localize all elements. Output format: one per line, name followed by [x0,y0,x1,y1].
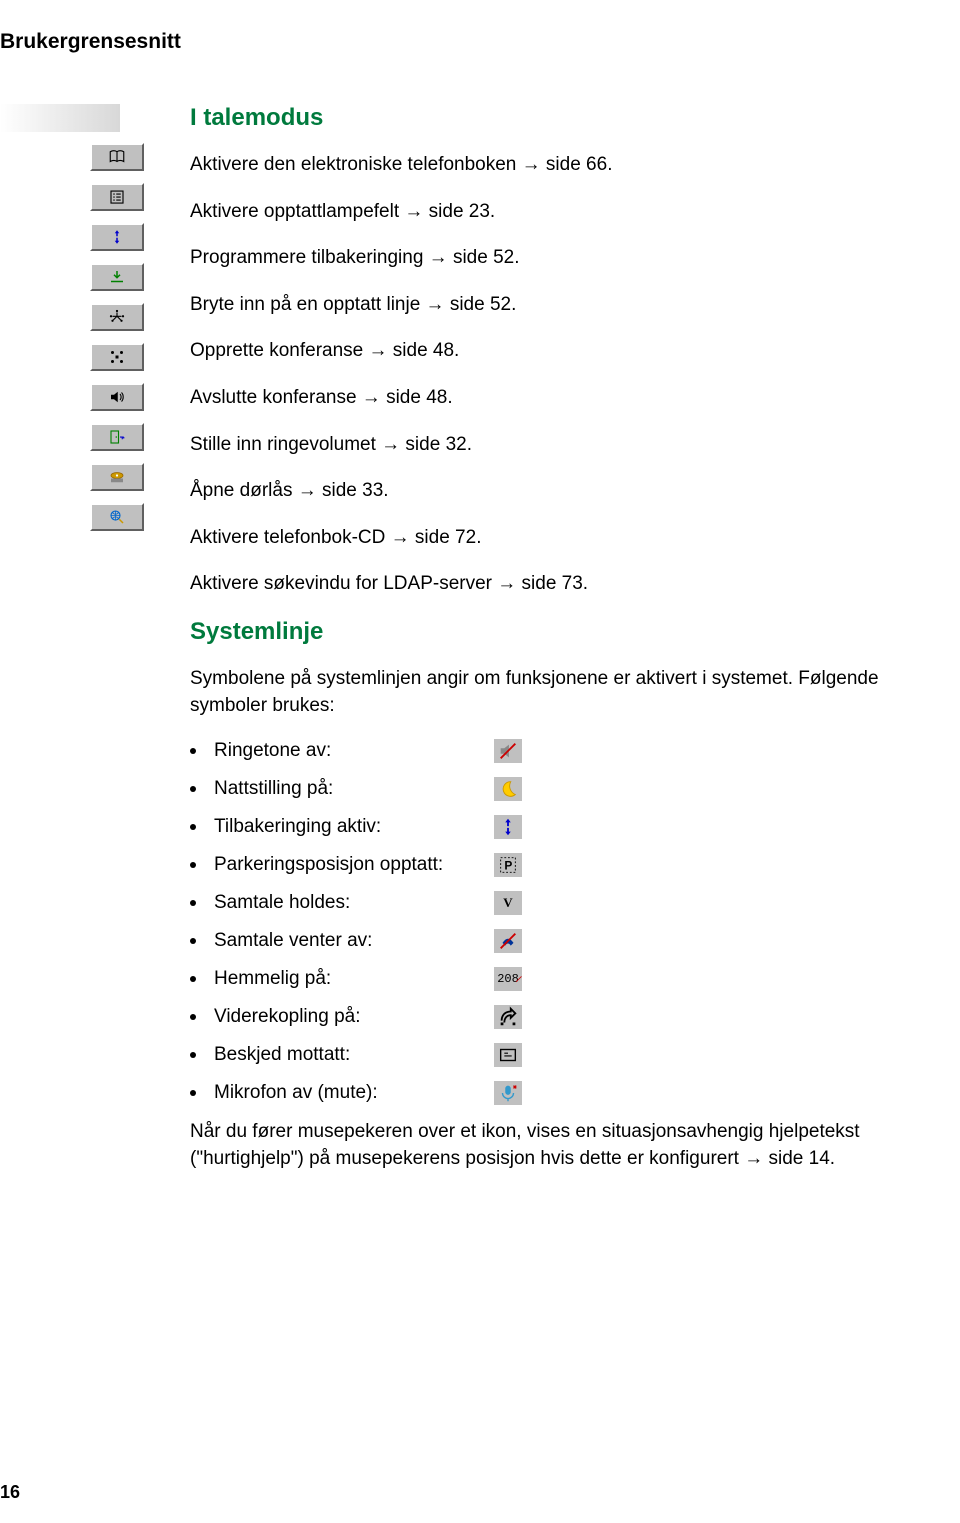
line-item: Aktivere søkevindu for LDAP-server → sid… [190,571,880,598]
list-item: Hemmelig på: 208̷ [190,967,880,991]
bullet-icon [190,862,196,868]
list-label: Hemmelig på: [214,968,494,990]
ldap-search-button[interactable] [90,503,144,531]
line-item: Bryte inn på en opptatt linje → side 52. [190,292,880,319]
list-label: Samtale venter av: [214,930,494,952]
open-book-icon [108,148,126,166]
list-label: Tilbakeringing aktiv: [214,816,494,838]
parking-busy-icon: P [494,853,522,877]
bullet-icon [190,748,196,754]
ring-volume-button[interactable] [90,383,144,411]
bullet-icon [190,976,196,982]
callback-active-icon [494,815,522,839]
section-title-systemlinje: Systemlinje [190,618,880,646]
up-down-arrow-icon [108,228,126,246]
list-label: Beskjed mottatt: [214,1044,494,1066]
symbol-list: Ringetone av: Nattstilling på: Tilbakeri… [190,739,880,1105]
list-label: Mikrofon av (mute): [214,1082,494,1104]
message-received-icon [494,1043,522,1067]
call-wait-off-icon [494,929,522,953]
sidebar [0,94,190,540]
line-item: Aktivere den elektroniske telefonboken →… [190,152,880,179]
list-item: Nattstilling på: [190,777,880,801]
door-key-icon [108,428,126,446]
end-conference-button[interactable] [90,343,144,371]
line-item: Åpne dørlås → side 33. [190,478,880,505]
phonebook-cd-button[interactable] [90,463,144,491]
page-number: 16 [0,1482,20,1503]
list-item: Samtale holdes: V [190,891,880,915]
speaker-icon [108,388,126,406]
list-item: Parkeringsposisjon opptatt: P [190,853,880,877]
list-item: Ringetone av: [190,739,880,763]
secret-on-icon: 208̷ [494,967,522,991]
conference-in-icon [108,308,126,326]
list-label: Viderekopling på: [214,1006,494,1028]
line-item: Programmere tilbakeringing → side 52. [190,245,880,272]
sidebar-gradient [0,104,120,132]
list-item: Samtale venter av: [190,929,880,953]
list-icon [108,188,126,206]
create-conference-button[interactable] [90,303,144,331]
line-item: Aktivere telefonbok-CD → side 72. [190,525,880,552]
list-item: Viderekopling på: [190,1005,880,1029]
section-title-talemodus: I talemodus [190,104,880,132]
mute-icon [494,1081,522,1105]
search-globe-icon [108,508,126,526]
list-label: Nattstilling på: [214,778,494,800]
hold-icon: V [494,891,522,915]
bullet-icon [190,938,196,944]
down-tray-icon [108,268,126,286]
list-item: Mikrofon av (mute): [190,1081,880,1105]
forward-on-icon [494,1005,522,1029]
ringtone-off-icon [494,739,522,763]
bullet-icon [190,1052,196,1058]
line-item: Stille inn ringevolumet → side 32. [190,432,880,459]
footer-text: Når du fører musepekeren over et ikon, v… [190,1119,880,1172]
door-lock-button[interactable] [90,423,144,451]
list-label: Parkeringsposisjon opptatt: [214,854,494,876]
phonebook-button[interactable] [90,143,144,171]
bullet-icon [190,1090,196,1096]
line-item: Avslutte konferanse → side 48. [190,385,880,412]
line-item: Opprette konferanse → side 48. [190,338,880,365]
list-item: Tilbakeringing aktiv: [190,815,880,839]
line-item: Aktivere opptattlampefelt → side 23. [190,199,880,226]
cd-drive-icon [108,468,126,486]
bullet-icon [190,1014,196,1020]
svg-text:P: P [504,859,512,873]
break-in-button[interactable] [90,263,144,291]
callback-button[interactable] [90,223,144,251]
night-mode-icon [494,777,522,801]
list-label: Ringetone av: [214,740,494,762]
bullet-icon [190,786,196,792]
page-header: Brukergrensesnitt [0,30,900,54]
list-item: Beskjed mottatt: [190,1043,880,1067]
intro-text: Symbolene på systemlinjen angir om funks… [190,666,880,719]
conference-out-icon [108,348,126,366]
bullet-icon [190,824,196,830]
main-content: I talemodus Aktivere den elektroniske te… [190,94,900,1172]
list-label: Samtale holdes: [214,892,494,914]
bullet-icon [190,900,196,906]
busy-lamp-button[interactable] [90,183,144,211]
